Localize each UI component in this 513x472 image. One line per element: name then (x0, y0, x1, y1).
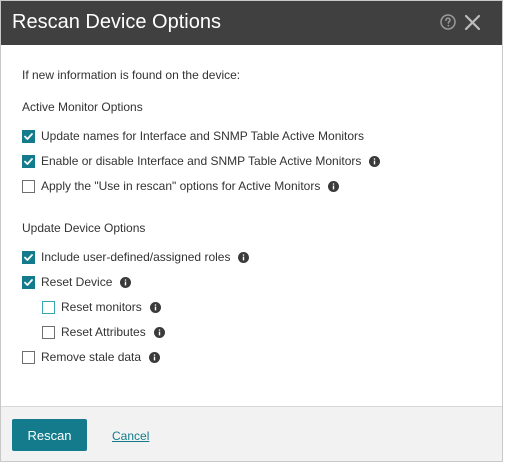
option-label: Apply the "Use in rescan" options for Ac… (41, 179, 321, 193)
checkbox-reset-device[interactable] (22, 275, 35, 289)
active-monitor-section-title: Active Monitor Options (22, 100, 143, 114)
checkbox-update-names[interactable] (22, 129, 35, 143)
rescan-button[interactable]: Rescan (12, 419, 87, 451)
intro-text: If new information is found on the devic… (22, 68, 241, 82)
checkmark-icon (24, 157, 33, 165)
option-include-roles[interactable]: Include user-defined/assigned roles (22, 249, 250, 265)
option-label: Include user-defined/assigned roles (41, 250, 231, 264)
option-label: Enable or disable Interface and SNMP Tab… (41, 154, 362, 168)
option-label: Reset Attributes (61, 325, 146, 339)
info-icon[interactable] (238, 251, 250, 263)
option-label: Update names for Interface and SNMP Tabl… (41, 129, 365, 143)
cancel-link[interactable]: Cancel (112, 429, 149, 443)
info-icon[interactable] (328, 180, 340, 192)
info-icon[interactable] (369, 155, 381, 167)
update-device-section-title: Update Device Options (22, 221, 146, 235)
option-reset-attributes[interactable]: Reset Attributes (42, 324, 165, 340)
checkbox-enable-disable[interactable] (22, 154, 35, 168)
option-remove-stale-data[interactable]: Remove stale data (22, 349, 161, 365)
option-apply-use-in-rescan[interactable]: Apply the "Use in rescan" options for Ac… (22, 178, 340, 194)
checkbox-reset-monitors[interactable] (42, 300, 55, 314)
option-reset-monitors[interactable]: Reset monitors (42, 299, 161, 315)
dialog-content: If new information is found on the devic… (1, 45, 502, 407)
option-label: Remove stale data (41, 350, 142, 364)
info-icon[interactable] (149, 301, 161, 313)
info-icon[interactable] (120, 276, 132, 288)
option-update-names[interactable]: Update names for Interface and SNMP Tabl… (22, 128, 364, 144)
rescan-device-options-dialog: Rescan Device Options If new information… (0, 0, 503, 462)
checkbox-reset-attributes[interactable] (42, 325, 55, 339)
option-reset-device[interactable]: Reset Device (22, 274, 132, 290)
option-label: Reset Device (41, 275, 113, 289)
dialog-title: Rescan Device Options (12, 11, 221, 33)
close-icon[interactable] (463, 13, 482, 32)
option-enable-disable[interactable]: Enable or disable Interface and SNMP Tab… (22, 153, 381, 169)
checkmark-icon (24, 253, 33, 261)
checkmark-icon (24, 132, 33, 140)
checkbox-remove-stale-data[interactable] (22, 350, 35, 364)
dialog-footer: Rescan Cancel (1, 406, 502, 461)
dialog-titlebar: Rescan Device Options (1, 1, 502, 45)
info-icon[interactable] (153, 326, 165, 338)
checkmark-icon (24, 278, 33, 286)
option-label: Reset monitors (61, 300, 142, 314)
info-icon[interactable] (149, 351, 161, 363)
checkbox-include-roles[interactable] (22, 250, 35, 264)
help-circle-icon[interactable] (440, 14, 456, 30)
checkbox-apply-use-in-rescan[interactable] (22, 179, 35, 193)
